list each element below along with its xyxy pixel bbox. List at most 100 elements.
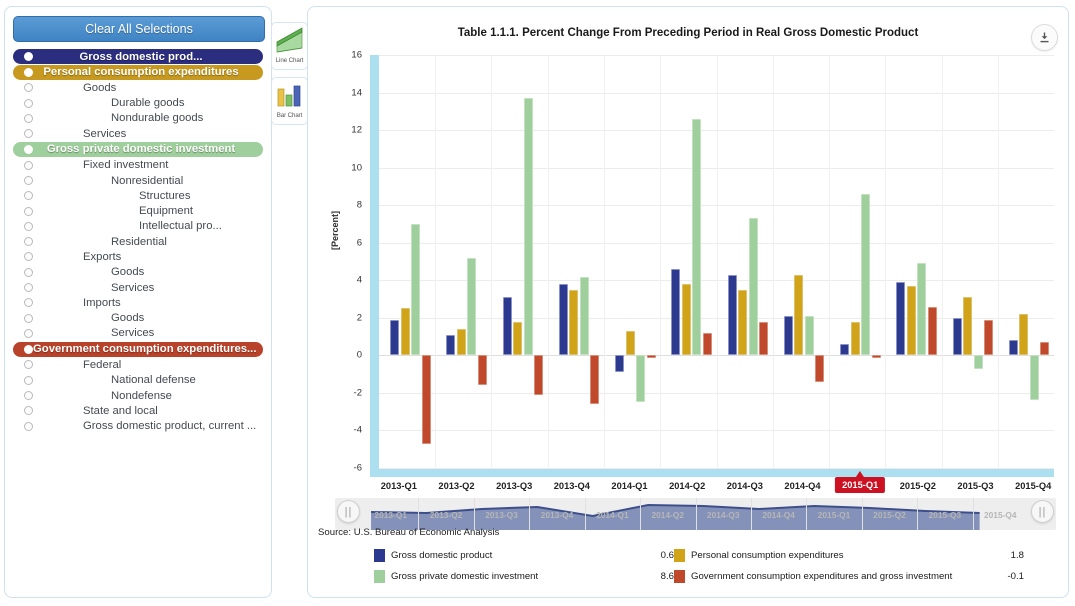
bar[interactable]	[558, 284, 568, 356]
sidebar-item[interactable]: Fixed investment	[13, 158, 263, 173]
bar[interactable]	[513, 321, 522, 356]
sidebar-item[interactable]: Residential	[13, 234, 263, 249]
sidebar-item[interactable]: Gross private domestic investment	[13, 141, 263, 157]
radio-unselected-icon[interactable]	[24, 406, 33, 416]
x-axis-tick[interactable]: 2015-Q4	[1015, 481, 1051, 491]
bar[interactable]	[906, 285, 916, 356]
radio-selected-icon[interactable]	[24, 344, 33, 354]
clear-all-selections-button[interactable]: Clear All Selections	[13, 16, 265, 42]
sidebar-item[interactable]: Durable goods	[13, 95, 263, 110]
radio-unselected-icon[interactable]	[24, 191, 33, 201]
bar[interactable]	[1019, 314, 1029, 356]
radio-unselected-icon[interactable]	[24, 206, 33, 216]
radio-selected-icon[interactable]	[24, 67, 33, 77]
sidebar-item[interactable]: Nondefense	[13, 388, 263, 403]
bar[interactable]	[502, 297, 512, 356]
sidebar-item[interactable]: Services	[13, 280, 263, 295]
sidebar-item[interactable]: Nondurable goods	[13, 111, 263, 126]
x-axis-tick[interactable]: 2013-Q1	[381, 481, 417, 491]
radio-unselected-icon[interactable]	[24, 129, 33, 139]
sidebar-item[interactable]: Gross domestic product, current ...	[13, 419, 263, 434]
radio-unselected-icon[interactable]	[24, 160, 33, 170]
sidebar-item[interactable]: Services	[13, 126, 263, 141]
bar[interactable]	[896, 282, 906, 356]
sidebar-item[interactable]: Gross domestic prod...	[13, 49, 263, 64]
bar[interactable]	[984, 319, 993, 356]
bar[interactable]	[692, 118, 702, 356]
bar-chart-button[interactable]: Bar Chart	[271, 77, 308, 125]
bar[interactable]	[467, 257, 477, 356]
sidebar-item[interactable]: Goods	[13, 80, 263, 95]
sidebar-item[interactable]: National defense	[13, 373, 263, 388]
x-axis-tick[interactable]: 2015-Q2	[900, 481, 936, 491]
legend-item[interactable]: Personal consumption expenditures 1.8	[674, 549, 1024, 562]
range-handle-left[interactable]: ||	[337, 500, 360, 523]
bar[interactable]	[446, 334, 456, 356]
bar[interactable]	[681, 284, 691, 356]
radio-selected-icon[interactable]	[24, 144, 33, 154]
radio-unselected-icon[interactable]	[24, 267, 33, 277]
bar[interactable]	[1029, 355, 1039, 401]
bar[interactable]	[569, 289, 579, 356]
range-track[interactable]: 2013-Q1 2013-Q2 2013-Q3 2013-Q4 2014-Q1 2014-…	[363, 498, 1028, 530]
radio-unselected-icon[interactable]	[24, 252, 33, 262]
legend-item[interactable]: Government consumption expenditures and …	[674, 570, 1024, 583]
radio-unselected-icon[interactable]	[24, 98, 33, 108]
x-axis-tick[interactable]: 2015-Q3	[957, 481, 993, 491]
sidebar-item[interactable]: Structures	[13, 188, 263, 203]
bar[interactable]	[534, 355, 543, 395]
radio-unselected-icon[interactable]	[24, 237, 33, 247]
x-axis-tick-active[interactable]: 2015-Q1	[835, 471, 886, 493]
x-axis-tick[interactable]: 2014-Q4	[784, 481, 820, 491]
bar[interactable]	[625, 330, 635, 356]
sidebar-item[interactable]: Services	[13, 326, 263, 341]
bar[interactable]	[840, 344, 849, 356]
sidebar-item[interactable]: Goods	[13, 265, 263, 280]
bar[interactable]	[927, 306, 937, 356]
bar[interactable]	[400, 308, 410, 356]
bar[interactable]	[748, 218, 758, 356]
bar[interactable]	[917, 263, 927, 356]
radio-unselected-icon[interactable]	[24, 83, 33, 93]
bar[interactable]	[871, 355, 881, 358]
bar[interactable]	[794, 274, 804, 356]
range-selector[interactable]: 2013-Q1 2013-Q2 2013-Q3 2013-Q4 2014-Q1 2014-…	[335, 498, 1056, 530]
bar[interactable]	[861, 193, 870, 356]
bar[interactable]	[390, 319, 399, 356]
sidebar-item[interactable]: Equipment	[13, 203, 263, 218]
bar[interactable]	[636, 355, 645, 403]
radio-unselected-icon[interactable]	[24, 391, 33, 401]
sidebar-item[interactable]: State and local	[13, 403, 263, 418]
sidebar-item[interactable]: Exports	[13, 249, 263, 264]
range-handle-right[interactable]: ||	[1031, 500, 1054, 523]
x-axis-tick[interactable]: 2013-Q2	[438, 481, 474, 491]
bar[interactable]	[1008, 340, 1018, 356]
sidebar-item[interactable]: Imports	[13, 295, 263, 310]
bar[interactable]	[411, 223, 420, 356]
bar[interactable]	[963, 297, 972, 356]
bar[interactable]	[759, 321, 768, 356]
legend-item[interactable]: Gross private domestic investment 8.6	[374, 570, 674, 583]
bar[interactable]	[477, 355, 487, 386]
bar[interactable]	[783, 315, 793, 356]
x-axis-tick[interactable]: 2014-Q2	[669, 481, 705, 491]
radio-unselected-icon[interactable]	[24, 283, 33, 293]
radio-selected-icon[interactable]	[24, 52, 33, 61]
radio-unselected-icon[interactable]	[24, 221, 33, 231]
bar[interactable]	[973, 355, 983, 369]
bar[interactable]	[615, 355, 624, 373]
bar[interactable]	[1040, 342, 1050, 356]
bar[interactable]	[590, 355, 600, 405]
bar[interactable]	[952, 317, 962, 356]
bar[interactable]	[523, 98, 533, 356]
sidebar-item[interactable]: Goods	[13, 311, 263, 326]
x-axis-tick[interactable]: 2013-Q3	[496, 481, 532, 491]
bar[interactable]	[671, 269, 681, 356]
bar[interactable]	[850, 321, 860, 356]
sidebar-item[interactable]: Government consumption expenditures...	[13, 341, 263, 357]
bar[interactable]	[456, 329, 466, 356]
sidebar-item[interactable]: Federal	[13, 357, 263, 372]
sidebar-item[interactable]: Personal consumption expenditures	[13, 64, 263, 80]
radio-unselected-icon[interactable]	[24, 298, 33, 308]
radio-unselected-icon[interactable]	[24, 313, 33, 323]
